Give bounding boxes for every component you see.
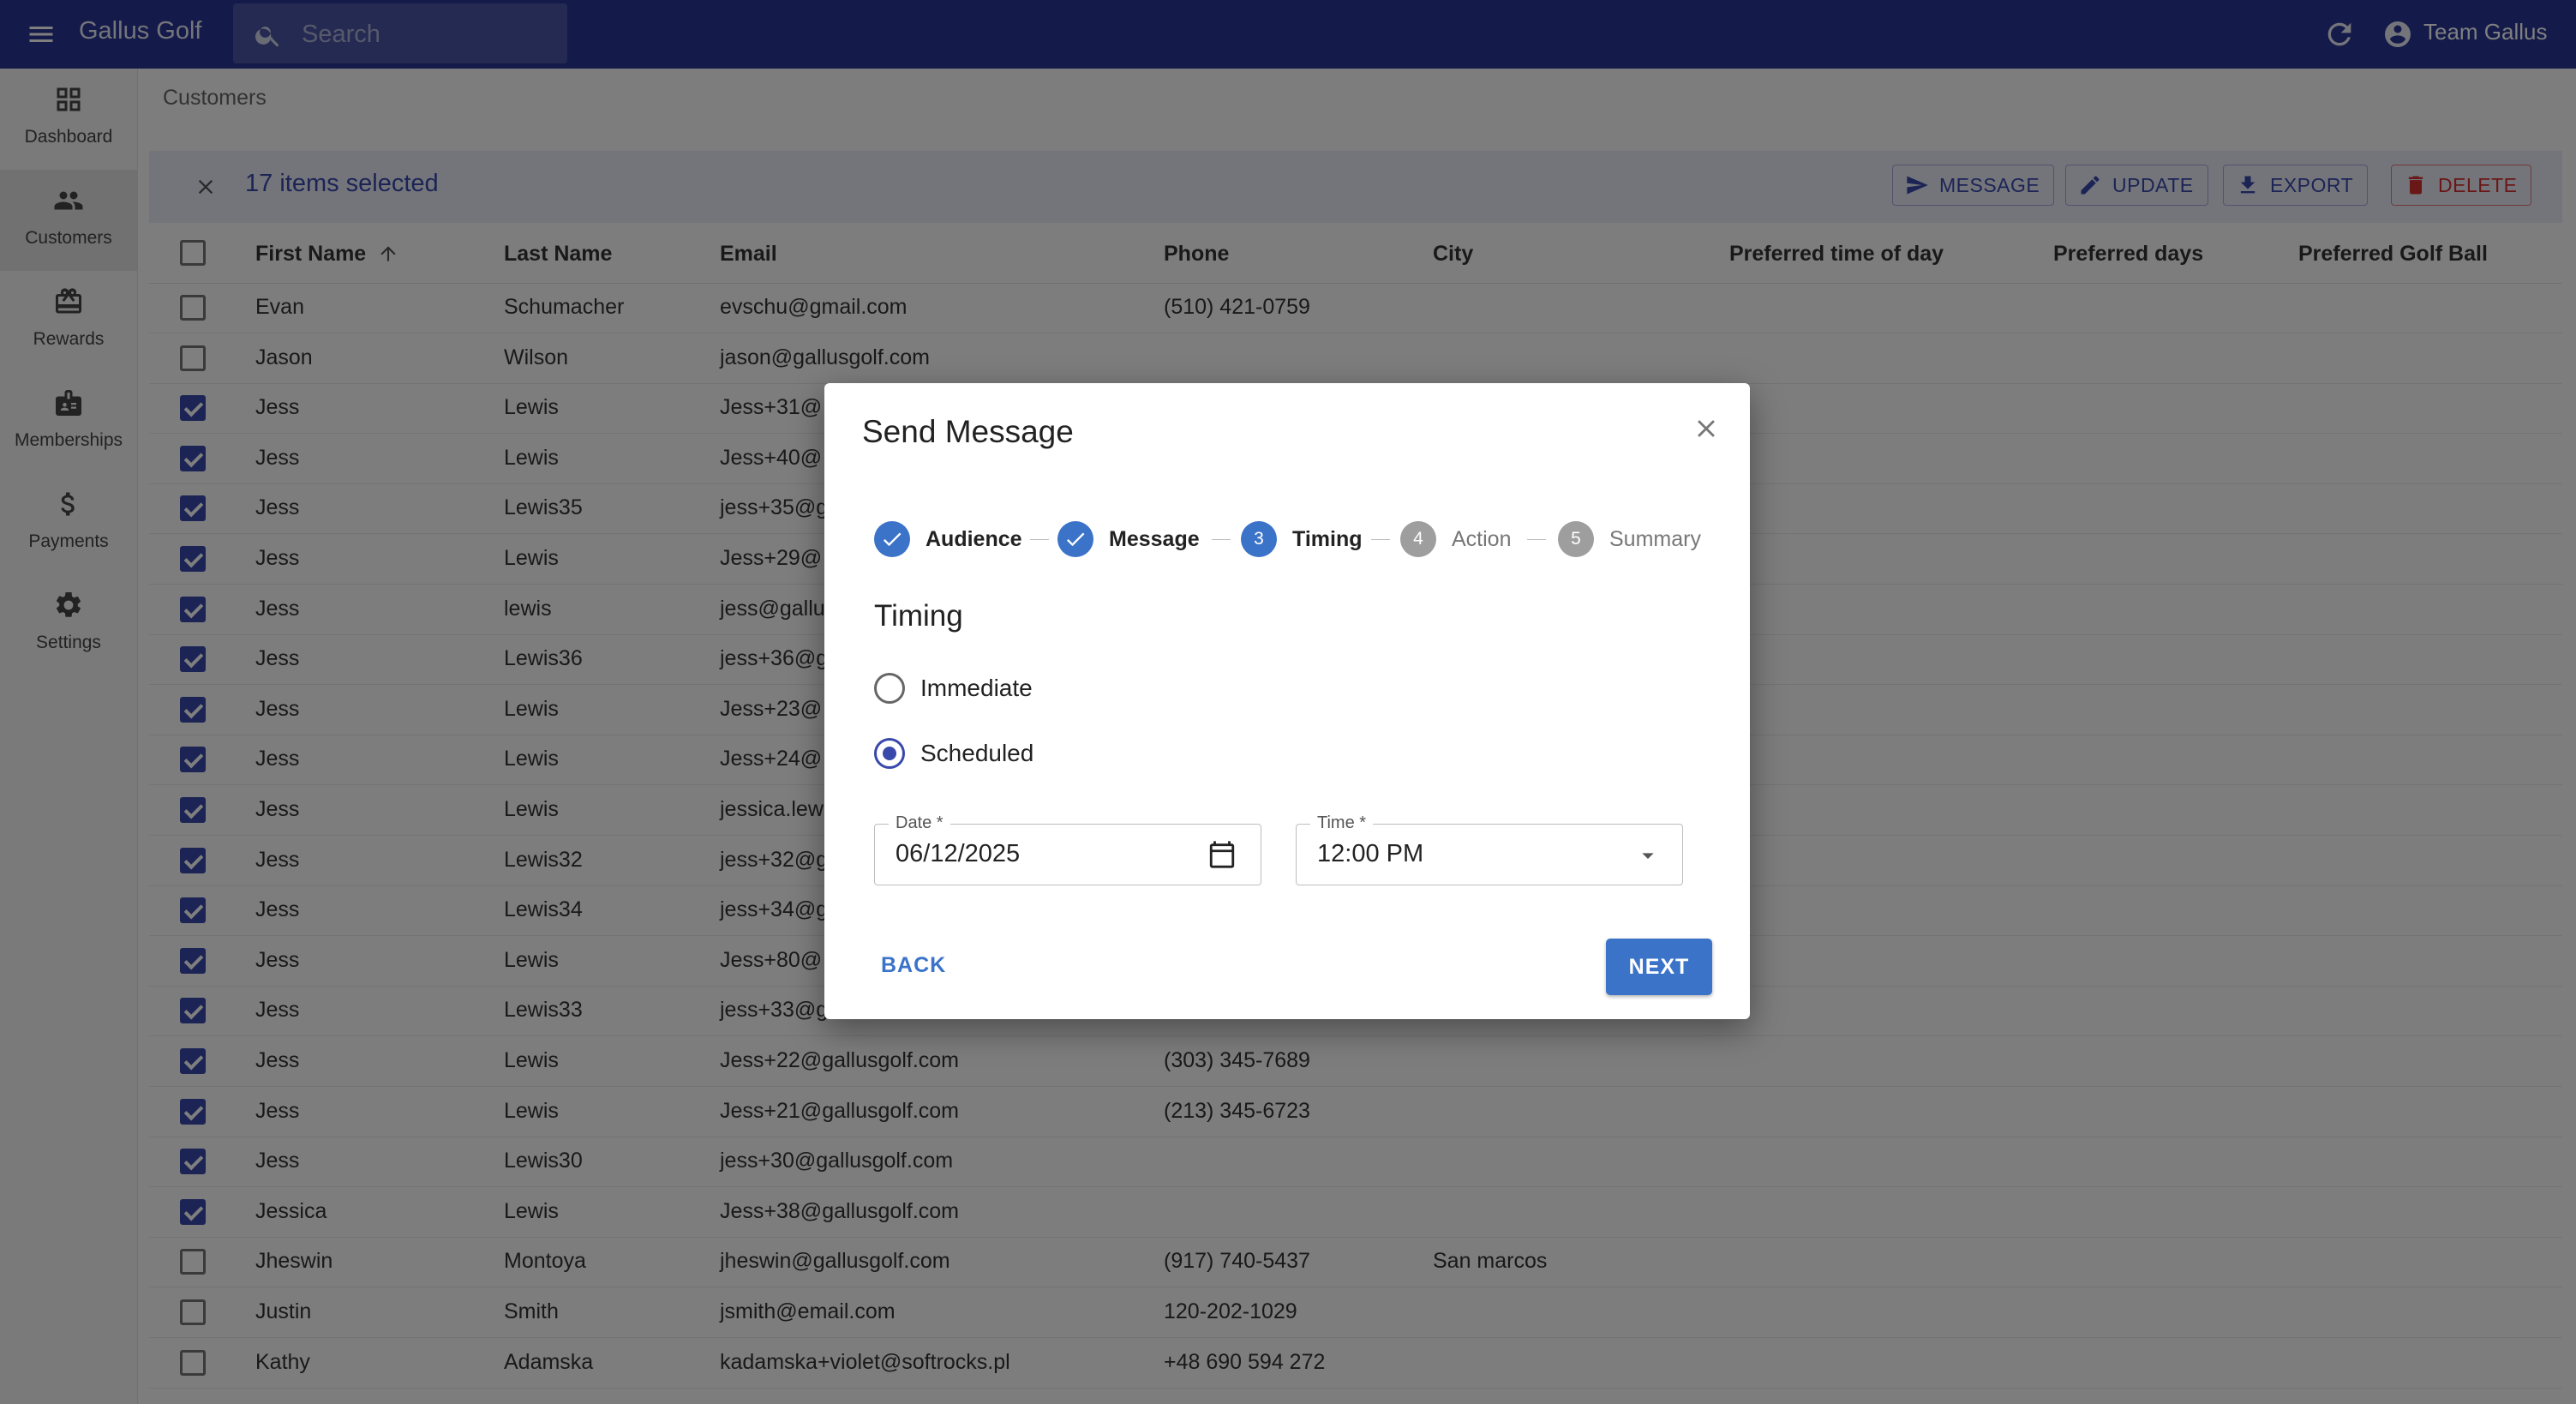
close-icon[interactable] xyxy=(1692,414,1721,443)
step-connector xyxy=(1527,539,1546,540)
date-label: Date * xyxy=(889,813,950,833)
next-button[interactable]: NEXT xyxy=(1606,939,1712,995)
date-field[interactable]: Date * 06/12/2025 xyxy=(874,813,1261,885)
step-action: 4 Action xyxy=(1400,520,1511,558)
step-message: Message xyxy=(1057,520,1200,558)
chevron-down-icon[interactable] xyxy=(1634,842,1662,869)
back-button[interactable]: BACK xyxy=(862,939,965,992)
step-audience: Audience xyxy=(874,520,1022,558)
step-number: 3 xyxy=(1241,521,1277,557)
step-label: Summary xyxy=(1609,526,1701,551)
send-message-dialog: Send Message Audience Message 3 Timing 4… xyxy=(824,383,1750,1019)
step-label: Audience xyxy=(926,526,1022,551)
step-number: 5 xyxy=(1558,521,1594,557)
time-field[interactable]: Time * 12:00 PM xyxy=(1296,813,1683,885)
calendar-icon[interactable] xyxy=(1207,840,1237,869)
step-connector xyxy=(1371,539,1390,540)
step-label: Timing xyxy=(1292,526,1363,551)
date-value[interactable]: 06/12/2025 xyxy=(896,840,1020,868)
step-label: Action xyxy=(1452,526,1512,551)
scheduled-radio[interactable] xyxy=(874,738,905,769)
immediate-radio[interactable] xyxy=(874,673,905,704)
check-circle-icon xyxy=(874,521,910,557)
dialog-title: Send Message xyxy=(862,414,1074,449)
section-title: Timing xyxy=(874,599,963,633)
step-label: Message xyxy=(1109,526,1200,551)
check-circle-icon xyxy=(1057,521,1093,557)
step-timing: 3 Timing xyxy=(1241,520,1362,558)
scheduled-label[interactable]: Scheduled xyxy=(920,740,1033,767)
step-connector xyxy=(1030,539,1049,540)
immediate-label[interactable]: Immediate xyxy=(920,675,1033,702)
time-label: Time * xyxy=(1310,813,1374,833)
time-value[interactable]: 12:00 PM xyxy=(1317,840,1423,868)
step-connector xyxy=(1212,539,1231,540)
step-summary: 5 Summary xyxy=(1558,520,1701,558)
step-number: 4 xyxy=(1400,521,1436,557)
